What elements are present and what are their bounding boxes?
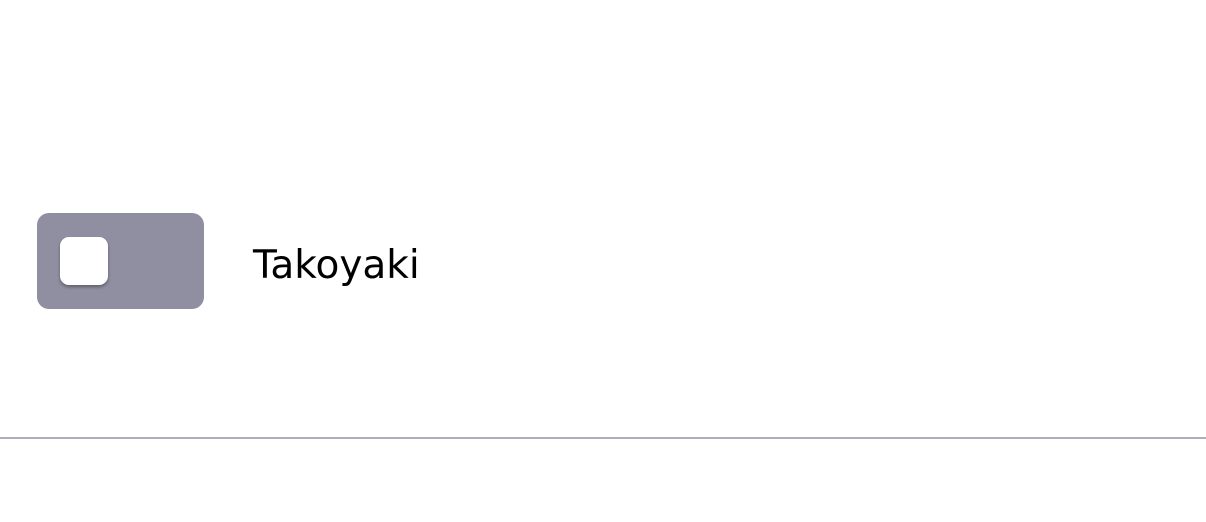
toggle-label: Takoyaki	[253, 243, 420, 288]
divider	[0, 437, 1206, 439]
takoyaki-toggle-switch[interactable]	[37, 213, 204, 309]
toggle-knob	[60, 237, 108, 285]
toggle-row: Takoyaki	[0, 0, 1206, 522]
